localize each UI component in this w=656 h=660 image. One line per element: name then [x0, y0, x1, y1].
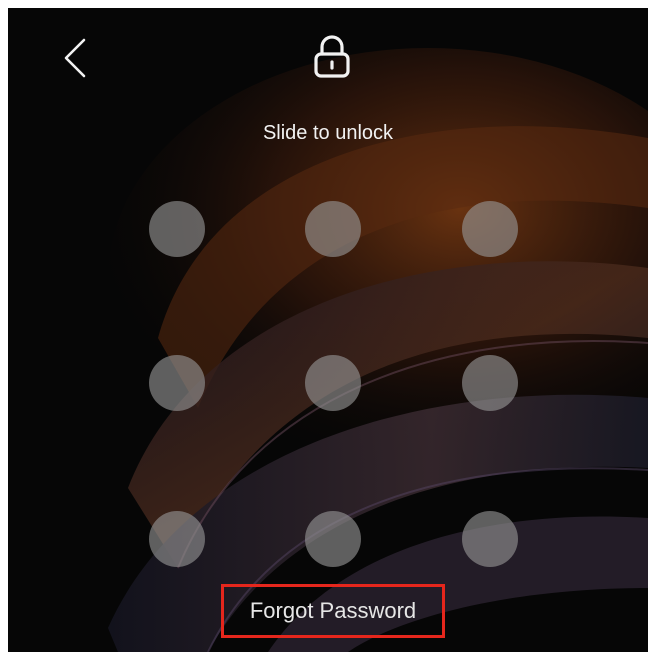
pattern-dot-6[interactable]: [462, 355, 518, 411]
lock-screen: Slide to unlock Forgot Password: [8, 8, 648, 652]
pattern-dot-4[interactable]: [149, 355, 205, 411]
forgot-password-label: Forgot Password: [249, 598, 417, 623]
pattern-grid[interactable]: [8, 8, 648, 652]
pattern-dot-7[interactable]: [149, 511, 205, 567]
pattern-dot-5[interactable]: [305, 355, 361, 411]
pattern-dot-9[interactable]: [462, 511, 518, 567]
pattern-dot-3[interactable]: [462, 201, 518, 257]
pattern-dot-1[interactable]: [149, 201, 205, 257]
forgot-password-button[interactable]: Forgot Password: [221, 584, 445, 638]
pattern-dot-8[interactable]: [305, 511, 361, 567]
pattern-dot-2[interactable]: [305, 201, 361, 257]
